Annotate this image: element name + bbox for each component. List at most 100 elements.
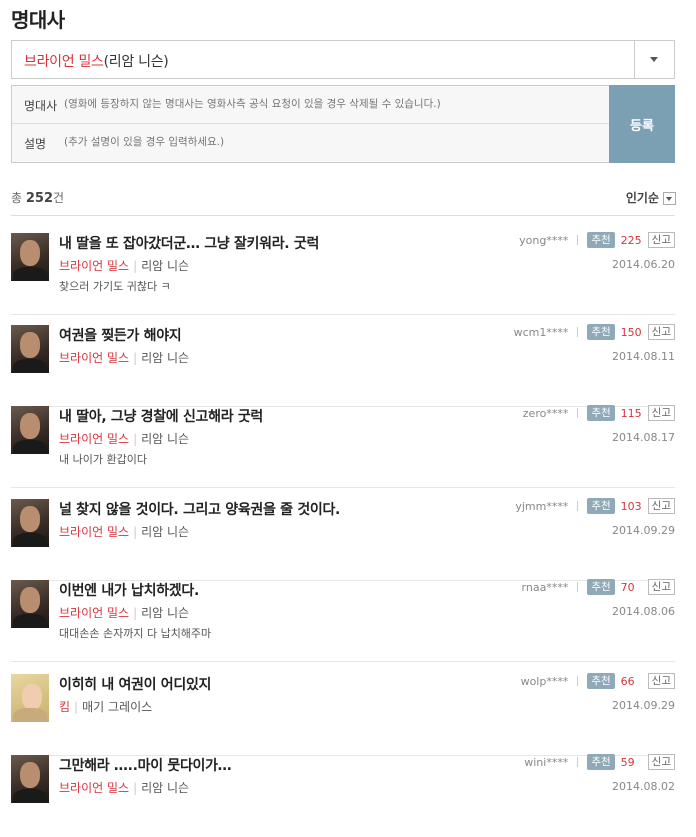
chevron-down-icon [663,192,676,205]
character-link[interactable]: 킴 [59,700,70,714]
report-button[interactable]: 신고 [647,754,675,770]
avatar-body [13,708,47,722]
avatar-body [13,359,47,373]
quote-meta: 브라이언 밀스 | 리암 니슨 [59,349,189,366]
user-id: rnaa**** [521,580,569,594]
character-link[interactable]: 브라이언 밀스 [59,351,129,365]
user-id: wini**** [524,755,569,769]
recommend-button[interactable]: 추천 [587,498,615,514]
page-title: 명대사 [11,8,65,32]
recommend-count: 59 [620,755,635,769]
actor-link[interactable]: 리암 니슨 [141,525,189,539]
character-link[interactable]: 브라이언 밀스 [59,259,129,273]
avatar-face [22,684,42,710]
avatar-body [13,614,47,628]
total-suffix: 건 [53,191,65,205]
quote-text[interactable]: 내 딸아, 그냥 경찰에 신고해라 굿럭 [59,406,263,426]
post-date: 2014.09.29 [612,524,675,537]
recommend-count: 103 [620,499,642,513]
quote-actions: wini**** 추천 59 신고 [524,754,675,772]
quote-row: 명대사 [12,86,609,124]
total-number: 252 [25,191,54,206]
quote-text[interactable]: 이번엔 내가 납치하겠다. [59,580,199,600]
description-input[interactable] [64,136,594,148]
quote-text[interactable]: 내 딸을 또 잡아갔더군… 그냥 잘키워라. 굿럭 [59,233,319,253]
actor-link[interactable]: 리암 니슨 [141,432,189,446]
separator: | [74,700,79,714]
post-date: 2014.08.02 [612,780,675,793]
report-button[interactable]: 신고 [647,405,675,421]
avatar-body [13,789,47,803]
recommend-count: 66 [620,674,635,688]
character-selector[interactable]: 브라이언 밀스(리암 니슨) [11,40,675,79]
actor-link[interactable]: 리암 니슨 [141,259,189,273]
recommend-button[interactable]: 추천 [587,324,615,340]
list-item: 여권을 찢든가 해야지 브라이언 밀스 | 리암 니슨 wcm1**** 추천 150 신고 2… [11,324,675,407]
actor-link[interactable]: 리암 니슨 [141,351,189,365]
selector-dropdown-button[interactable] [634,41,674,78]
avatar[interactable] [11,674,49,722]
character-link[interactable]: 브라이언 밀스 [59,781,129,795]
user-id: wolp**** [520,674,569,688]
post-date: 2014.08.06 [612,605,675,618]
quote-text[interactable]: 그만해라 …..마이 뭇다이가… [59,755,232,775]
report-button[interactable]: 신고 [647,232,675,248]
avatar[interactable] [11,325,49,373]
recommend-button[interactable]: 추천 [587,579,615,595]
avatar-body [13,533,47,547]
report-button[interactable]: 신고 [647,324,675,340]
recommend-button[interactable]: 추천 [587,673,615,689]
separator: | [133,259,138,273]
character-link[interactable]: 브라이언 밀스 [59,606,129,620]
post-date: 2014.09.29 [612,699,675,712]
recommend-count: 150 [620,325,642,339]
list-item: 널 찾지 않을 것이다. 그리고 양육권을 줄 것이다. 브라이언 밀스 | 리암 니… [11,498,675,581]
quote-description: 대대손손 손자까지 다 납치해주마 [59,627,212,640]
user-id: zero**** [522,406,569,420]
separator: | [133,432,138,446]
user-id: wcm1**** [513,325,569,339]
separator [577,582,579,592]
avatar[interactable] [11,499,49,547]
post-date: 2014.08.17 [612,431,675,444]
quote-actions: zero**** 추천 115 신고 [523,405,675,423]
avatar[interactable] [11,233,49,281]
quote-meta: 브라이언 밀스 | 리암 니슨 [59,430,189,447]
quote-meta: 킴 | 매기 그레이스 [59,698,152,715]
report-button[interactable]: 신고 [647,498,675,514]
recommend-button[interactable]: 추천 [587,232,615,248]
character-link[interactable]: 브라이언 밀스 [59,432,129,446]
actor-link[interactable]: 리암 니슨 [141,606,189,620]
recommend-button[interactable]: 추천 [587,754,615,770]
sort-dropdown[interactable]: 인기순 [626,189,676,206]
quote-text[interactable]: 널 찾지 않을 것이다. 그리고 양육권을 줄 것이다. [59,499,340,519]
character-link[interactable]: 브라이언 밀스 [59,525,129,539]
selected-character: 브라이언 밀스(리암 니슨) [24,51,169,71]
avatar-face [20,587,40,613]
report-button[interactable]: 신고 [647,579,675,595]
avatar[interactable] [11,406,49,454]
recommend-button[interactable]: 추천 [587,405,615,421]
separator [577,676,579,686]
list-item: 이번엔 내가 납치하겠다. 브라이언 밀스 | 리암 니슨대대손손 손자까지 다 납치… [11,579,675,662]
description-row: 설명 [12,124,609,162]
avatar[interactable] [11,755,49,803]
quote-text[interactable]: 여권을 찢든가 해야지 [59,325,182,345]
avatar[interactable] [11,580,49,628]
quote-text[interactable]: 이히히 내 여권이 어디있지 [59,674,211,694]
separator: | [133,606,138,620]
quote-actions: wolp**** 추천 66 신고 [521,673,675,691]
submit-button[interactable]: 등록 [609,85,675,163]
avatar-face [20,762,40,788]
actor-link[interactable]: 리암 니슨 [141,781,189,795]
total-prefix: 총 [11,191,23,205]
quote-actions: yjmm**** 추천 103 신고 [515,498,675,516]
post-date: 2014.06.20 [612,258,675,271]
report-button[interactable]: 신고 [647,673,675,689]
avatar-face [20,506,40,532]
quote-input[interactable] [64,98,594,110]
list-divider [11,215,675,216]
separator: | [133,525,138,539]
actor-link[interactable]: 매기 그레이스 [82,700,152,714]
avatar-face [20,413,40,439]
